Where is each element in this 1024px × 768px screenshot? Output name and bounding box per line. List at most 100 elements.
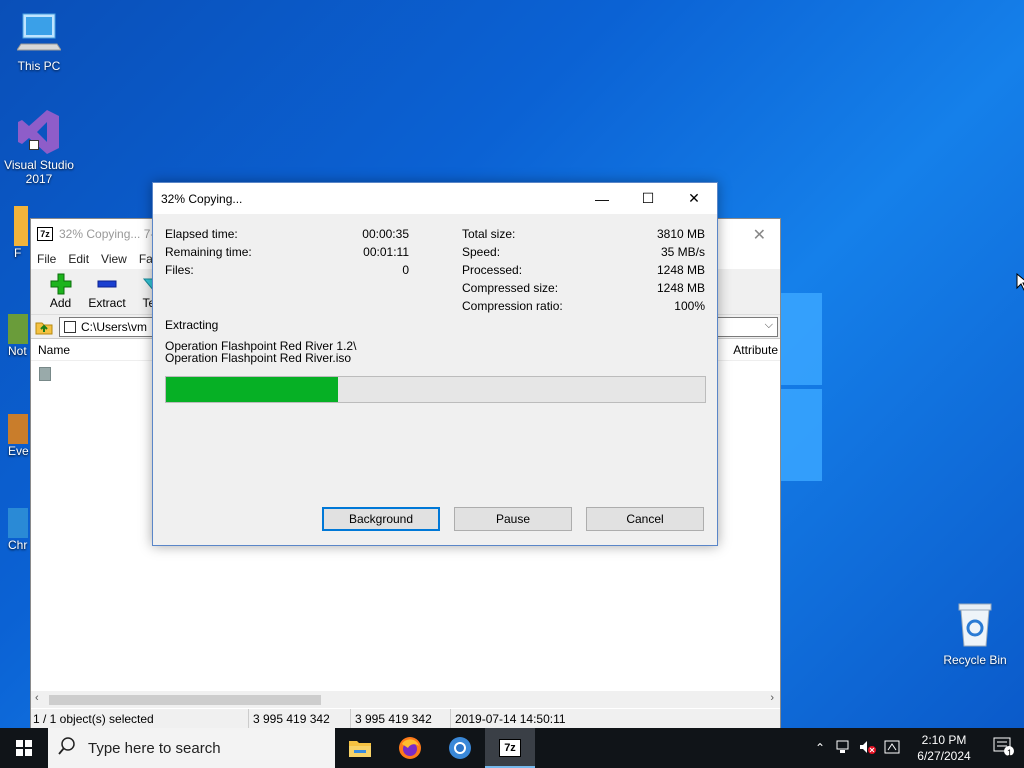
menu-favorites[interactable]: Fa xyxy=(139,252,153,266)
extract-label: Extract xyxy=(88,296,126,310)
file-manager-title: 32% Copying... 7- xyxy=(59,227,155,241)
path-text: C:\Users\vm xyxy=(81,319,147,334)
compression-ratio-label: Compression ratio: xyxy=(462,299,563,313)
system-tray: ⌃ 2:10 PM 6/27/2024 1 xyxy=(808,728,1024,768)
taskbar-7zip[interactable]: 7z xyxy=(485,728,535,768)
chrome-icon xyxy=(449,737,471,759)
status-modified: 2019-07-14 14:50:11 xyxy=(455,712,566,726)
background-button[interactable]: Background xyxy=(322,507,440,531)
processed-label: Processed: xyxy=(462,263,523,277)
desktop-icon-recycle-bin[interactable]: Recycle Bin xyxy=(937,602,1013,667)
folder-up-icon[interactable] xyxy=(35,319,53,335)
taskbar-file-explorer[interactable] xyxy=(335,728,385,768)
notification-count: 1 xyxy=(1006,748,1012,758)
notification-center-icon[interactable]: 1 xyxy=(984,737,1024,760)
column-name[interactable]: Name xyxy=(38,343,70,357)
clock-time: 2:10 PM xyxy=(921,733,967,747)
desktop-icon-label: This PC xyxy=(17,59,61,73)
scroll-left-icon[interactable]: ‹ xyxy=(35,692,39,704)
shortcut-arrow-icon xyxy=(29,140,39,150)
mouse-cursor-icon xyxy=(1016,272,1024,294)
operation-label: Extracting xyxy=(165,318,219,332)
column-attributes[interactable]: Attribute xyxy=(733,343,778,357)
scrollbar-thumb[interactable] xyxy=(49,695,321,705)
chevron-up-icon[interactable]: ⌃ xyxy=(808,741,832,755)
windows-icon xyxy=(16,740,32,756)
pause-button[interactable]: Pause xyxy=(454,507,572,531)
horizontal-scrollbar[interactable]: ‹ › xyxy=(31,691,780,708)
maximize-icon[interactable]: ☐ xyxy=(625,183,671,214)
desktop-icon-this-pc[interactable]: This PC xyxy=(1,10,77,73)
desktop-icon-partial-1[interactable]: F xyxy=(14,206,30,266)
add-button[interactable]: Add xyxy=(39,273,82,310)
folder-icon xyxy=(14,206,28,246)
chevron-down-icon[interactable]: ⌵ xyxy=(765,319,773,332)
clock[interactable]: 2:10 PM 6/27/2024 xyxy=(904,732,984,764)
start-button[interactable] xyxy=(0,728,48,768)
firefox-icon xyxy=(399,737,421,759)
taskbar: Type here to search 7z ⌃ 2:10 PM 6/27/20… xyxy=(0,728,1024,768)
desktop-icon-visual-studio[interactable]: Visual Studio 2017 xyxy=(1,108,77,186)
status-selected: 1 / 1 object(s) selected xyxy=(31,709,249,729)
speed-value: 35 MB/s xyxy=(660,245,705,259)
compressed-size-value: 1248 MB xyxy=(656,281,705,295)
app-icon xyxy=(8,314,28,344)
minimize-icon[interactable]: — xyxy=(579,183,625,214)
taskbar-chrome[interactable] xyxy=(435,728,485,768)
7zip-icon: 7z xyxy=(499,739,521,757)
7zip-icon: 7z xyxy=(37,227,53,241)
total-size-label: Total size: xyxy=(462,227,516,241)
elapsed-label: Elapsed time: xyxy=(165,227,238,241)
elapsed-value: 00:00:35 xyxy=(362,227,409,241)
desktop-icon-label: Visual Studio 2017 xyxy=(4,158,74,186)
input-method-icon[interactable] xyxy=(880,740,904,757)
status-bar: 1 / 1 object(s) selected 3 995 419 342 3… xyxy=(31,709,780,729)
close-icon[interactable]: ✕ xyxy=(753,225,766,245)
file-icon[interactable] xyxy=(39,367,51,381)
dialog-titlebar[interactable]: 32% Copying... — ☐ ✕ xyxy=(153,183,717,214)
status-packed: 3 995 419 342 xyxy=(351,709,451,729)
chrome-icon xyxy=(8,508,28,538)
menu-edit[interactable]: Edit xyxy=(68,252,89,266)
file-explorer-icon xyxy=(349,741,371,757)
total-size-value: 3810 MB xyxy=(656,227,705,241)
desktop-icon-label: Not xyxy=(8,344,27,358)
files-value: 0 xyxy=(402,263,409,277)
network-icon[interactable] xyxy=(832,740,856,757)
minus-icon xyxy=(82,273,132,295)
menu-file[interactable]: File xyxy=(37,252,56,266)
compression-ratio-value: 100% xyxy=(674,299,705,313)
desktop-icon-label: Chr xyxy=(8,538,28,552)
desktop-icon-label: Recycle Bin xyxy=(943,653,1007,667)
extract-button[interactable]: Extract xyxy=(82,273,132,310)
search-icon xyxy=(58,737,76,759)
search-placeholder: Type here to search xyxy=(88,739,221,757)
clock-date: 6/27/2024 xyxy=(917,749,971,763)
cancel-button[interactable]: Cancel xyxy=(586,507,704,531)
visual-studio-icon xyxy=(17,108,61,156)
desktop-icon-partial-4[interactable]: Chr xyxy=(8,508,30,568)
scroll-right-icon[interactable]: › xyxy=(770,692,774,704)
taskbar-firefox[interactable] xyxy=(385,728,435,768)
volume-muted-icon[interactable] xyxy=(856,740,880,757)
copy-progress-dialog[interactable]: 32% Copying... — ☐ ✕ Elapsed time: 00:00… xyxy=(152,182,718,546)
desktop-icon-partial-3[interactable]: Eve xyxy=(8,414,30,474)
desktop-icon-label: Eve xyxy=(8,444,29,458)
drive-icon xyxy=(64,320,76,333)
status-size: 3 995 419 342 xyxy=(249,709,351,729)
processed-value: 1248 MB xyxy=(656,263,705,277)
desktop-icon-label: F xyxy=(14,246,22,260)
recycle-bin-icon xyxy=(937,602,1013,651)
speed-label: Speed: xyxy=(462,245,501,259)
menu-view[interactable]: View xyxy=(101,252,127,266)
taskbar-search-box[interactable]: Type here to search xyxy=(48,728,335,768)
current-file: Operation Flashpoint Red River.iso xyxy=(165,351,352,365)
progress-bar xyxy=(165,376,706,403)
remaining-value: 00:01:11 xyxy=(363,245,409,259)
files-label: Files: xyxy=(165,263,194,277)
desktop-icon-partial-2[interactable]: Not xyxy=(8,314,30,374)
computer-icon xyxy=(1,10,77,57)
progress-fill xyxy=(166,377,339,402)
close-icon[interactable]: ✕ xyxy=(671,183,717,214)
plus-icon xyxy=(39,273,82,295)
